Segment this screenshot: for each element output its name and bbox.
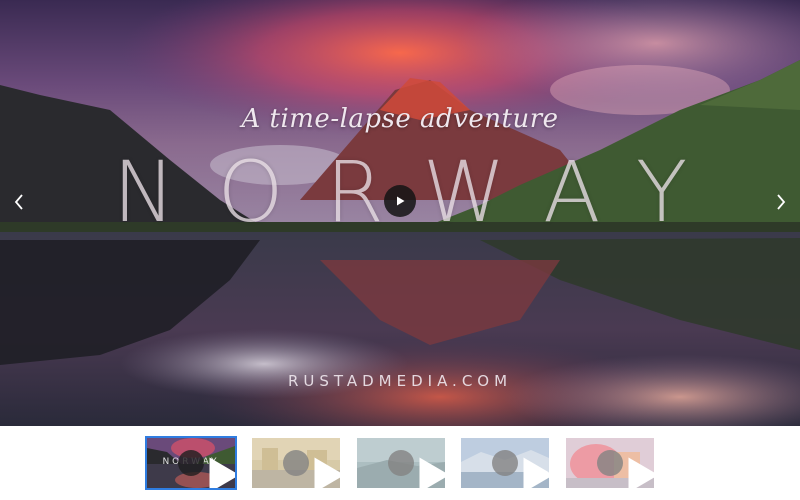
play-icon xyxy=(523,457,549,488)
thumbnail-strip: NORWAY xyxy=(0,426,800,500)
play-button[interactable] xyxy=(384,185,416,217)
hero-credit: RUSTADMEDIA.COM xyxy=(287,372,513,390)
play-icon xyxy=(628,457,654,488)
thumbnail-play-button[interactable] xyxy=(597,450,654,488)
play-icon xyxy=(419,457,445,488)
play-icon xyxy=(314,457,340,488)
hero-subtitle: A time-lapse adventure xyxy=(241,104,559,134)
thumbnail-play-button[interactable] xyxy=(283,450,340,488)
chevron-right-icon xyxy=(777,194,786,210)
next-button[interactable] xyxy=(770,188,792,216)
thumbnail-2[interactable] xyxy=(252,438,340,488)
thumbnail-4[interactable] xyxy=(461,438,549,488)
thumbnail-3[interactable] xyxy=(357,438,445,488)
video-stage[interactable]: A time-lapse adventure NORWAY RUSTADMEDI… xyxy=(0,0,800,426)
play-icon xyxy=(209,457,235,488)
thumbnail-play-button[interactable] xyxy=(492,450,549,488)
previous-button[interactable] xyxy=(8,188,30,216)
thumbnail-1[interactable]: NORWAY xyxy=(145,436,237,490)
thumbnail-play-button[interactable] xyxy=(388,450,445,488)
thumbnail-play-button[interactable] xyxy=(178,450,235,488)
thumbnail-5[interactable] xyxy=(566,438,654,488)
play-icon xyxy=(397,196,405,206)
chevron-left-icon xyxy=(14,194,23,210)
